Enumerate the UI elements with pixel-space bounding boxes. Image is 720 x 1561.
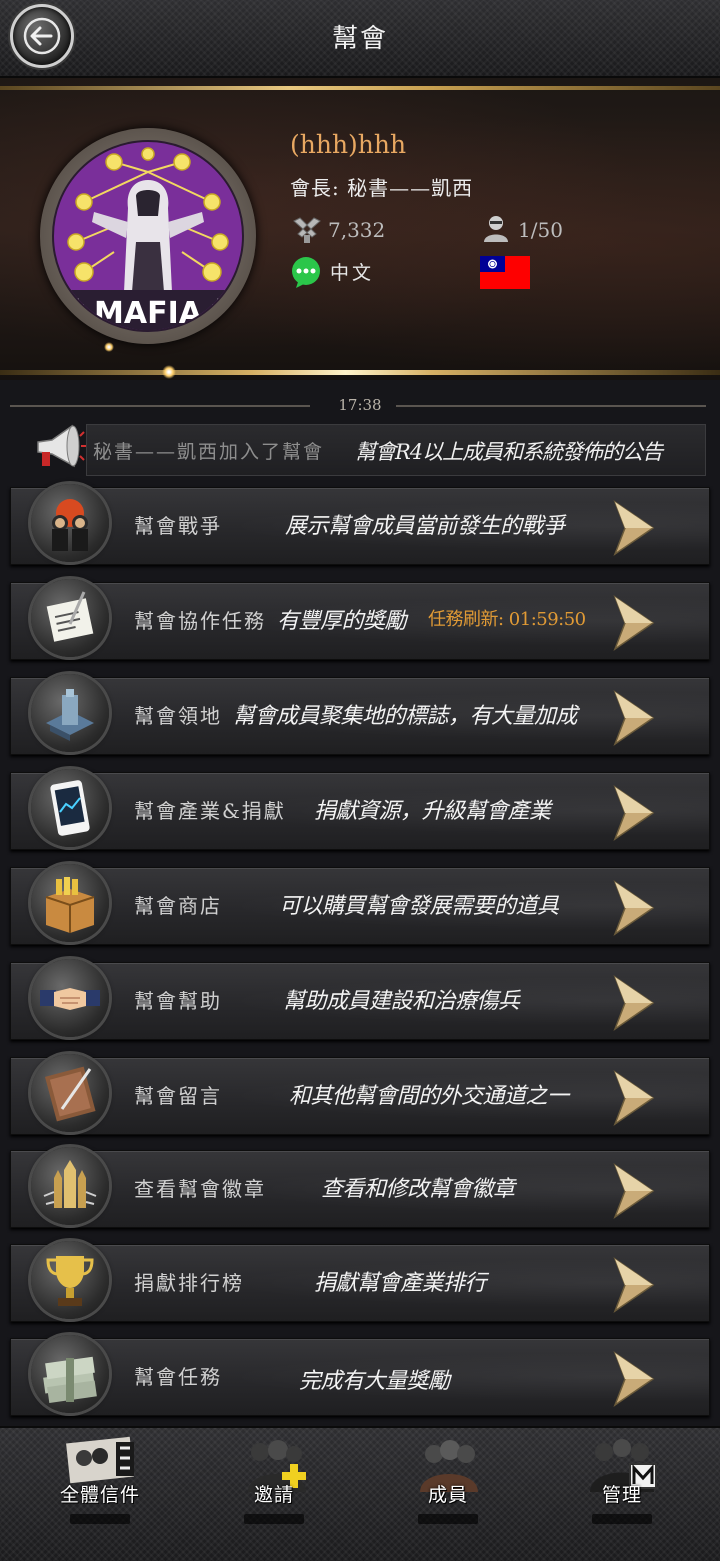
page-title: 幫會 bbox=[331, 24, 388, 54]
sparkle-icon bbox=[104, 342, 114, 352]
divider bbox=[0, 86, 720, 90]
notebook-icon bbox=[31, 1054, 109, 1132]
chevron-right-icon bbox=[613, 690, 655, 746]
menu-description: 展示幫會成員當前發生的戰爭 bbox=[285, 514, 565, 539]
guild-name: (hhh)hhh bbox=[290, 130, 407, 159]
menu-guild-help[interactable]: 幫會幫助 幫助成員建設和治療傷兵 bbox=[10, 959, 710, 1040]
nav-manage[interactable]: 管理 bbox=[552, 1428, 692, 1548]
guild-language: 中文 bbox=[330, 262, 375, 284]
nav-label: 邀請 bbox=[253, 1484, 294, 1506]
nav-shadow bbox=[244, 1514, 304, 1524]
chevron-right-icon bbox=[613, 880, 655, 936]
menu-description: 可以購買幫會發展需要的道具 bbox=[279, 894, 559, 919]
money-icon bbox=[31, 1335, 109, 1413]
clipboard-icon bbox=[31, 579, 109, 657]
menu-description: 捐獻幫會產業排行 bbox=[314, 1271, 487, 1296]
notice-board[interactable]: 秘書——凱西加入了幫會 幫會R4以上成員和系統發佈的公告 bbox=[86, 424, 706, 476]
menu-guild-industry-donation[interactable]: 幫會產業&捐獻 捐獻資源，升級幫會產業 bbox=[10, 769, 710, 850]
nav-label: 管理 bbox=[601, 1484, 642, 1506]
taiwan-flag-icon bbox=[480, 256, 530, 289]
crossed-guns-icon bbox=[293, 217, 321, 243]
nav-mail-all[interactable]: 全體信件 bbox=[30, 1428, 170, 1548]
menu-title: 幫會幫助 bbox=[134, 989, 222, 1013]
chevron-right-icon bbox=[613, 975, 655, 1031]
nav-label: 成員 bbox=[427, 1484, 468, 1506]
trophy-icon bbox=[31, 1241, 109, 1319]
bottom-nav: 全體信件 邀請 成員 管理 bbox=[0, 1426, 720, 1561]
notice-time: 17:38 bbox=[338, 396, 382, 414]
menu-title: 查看幫會徽章 bbox=[134, 1177, 266, 1201]
menu-description: 完成有大量獎勵 bbox=[299, 1369, 450, 1394]
handshake-icon bbox=[31, 959, 109, 1037]
menu-guild-coop-task[interactable]: 幫會協作任務 有豐厚的獎勵 任務刷新: 01:59:50 bbox=[10, 579, 710, 660]
building-icon bbox=[31, 674, 109, 752]
menu-title: 幫會戰爭 bbox=[134, 514, 222, 538]
guild-leader: 會長: 秘書——凱西 bbox=[290, 176, 474, 200]
chat-bubble-icon bbox=[292, 257, 320, 288]
menu-guild-shop[interactable]: 幫會商店 可以購買幫會發展需要的道具 bbox=[10, 864, 710, 945]
chevron-right-icon bbox=[613, 1257, 655, 1313]
menu-guild-tasks[interactable]: 幫會任務 完成有大量獎勵 bbox=[10, 1335, 710, 1416]
guild-power: 7,332 bbox=[328, 218, 386, 242]
nav-members[interactable]: 成員 bbox=[378, 1428, 518, 1548]
crate-icon bbox=[31, 864, 109, 942]
menu-description: 幫助成員建設和治療傷兵 bbox=[283, 989, 520, 1014]
notice-info: 幫會R4以上成員和系統發佈的公告 bbox=[355, 440, 663, 464]
sparkle-icon bbox=[162, 365, 176, 379]
menu-description: 查看和修改幫會徽章 bbox=[321, 1177, 515, 1202]
mafia-emblem-icon: MAFIA bbox=[64, 147, 232, 330]
menu-title: 幫會協作任務 bbox=[134, 609, 266, 633]
chevron-right-icon bbox=[613, 500, 655, 556]
task-refresh-timer: 任務刷新: 01:59:50 bbox=[428, 609, 586, 630]
menu-title: 幫會領地 bbox=[134, 704, 222, 728]
guild-emblem[interactable]: MAFIA bbox=[40, 128, 256, 344]
menu-view-guild-badge[interactable]: 查看幫會徽章 查看和修改幫會徽章 bbox=[10, 1147, 710, 1228]
menu-title: 幫會商店 bbox=[134, 894, 222, 918]
menu-title: 幫會產業&捐獻 bbox=[134, 799, 286, 823]
nav-shadow bbox=[592, 1514, 652, 1524]
member-count: 1/50 bbox=[518, 218, 563, 242]
chevron-right-icon bbox=[613, 1351, 655, 1407]
menu-title: 幫會留言 bbox=[134, 1084, 222, 1108]
chevron-right-icon bbox=[613, 595, 655, 651]
menu-donation-ranking[interactable]: 捐獻排行榜 捐獻幫會產業排行 bbox=[10, 1241, 710, 1322]
menu-guild-territory[interactable]: 幫會領地 幫會成員聚集地的標誌，有大量加成 bbox=[10, 674, 710, 755]
megaphone-icon[interactable] bbox=[32, 420, 86, 474]
menu-title: 捐獻排行榜 bbox=[134, 1271, 244, 1295]
chevron-right-icon bbox=[613, 1070, 655, 1126]
divider bbox=[0, 370, 720, 375]
nav-shadow bbox=[418, 1514, 478, 1524]
menu-description: 有豐厚的獎勵 bbox=[277, 609, 407, 634]
menu-guild-war[interactable]: 幫會戰爭 展示幫會成員當前發生的戰爭 bbox=[10, 484, 710, 565]
top-bar: 幫會 bbox=[0, 0, 720, 78]
notice-message: 秘書——凱西加入了幫會 bbox=[93, 441, 325, 463]
emblem-text: MAFIA bbox=[94, 296, 203, 330]
menu-description: 幫會成員聚集地的標誌，有大量加成 bbox=[233, 704, 578, 729]
bullets-icon bbox=[31, 1147, 109, 1225]
menu-guild-message[interactable]: 幫會留言 和其他幫會間的外交通道之一 bbox=[10, 1054, 710, 1135]
chevron-right-icon bbox=[613, 1163, 655, 1219]
nav-invite[interactable]: 邀請 bbox=[204, 1428, 344, 1548]
nav-label: 全體信件 bbox=[59, 1484, 140, 1506]
guild-emblem-art: MAFIA bbox=[52, 140, 244, 332]
menu-description: 和其他幫會間的外交通道之一 bbox=[289, 1084, 569, 1109]
chevron-right-icon bbox=[613, 785, 655, 841]
tablet-icon bbox=[31, 769, 109, 847]
nav-shadow bbox=[70, 1514, 130, 1524]
member-icon bbox=[484, 216, 508, 242]
gangsters-icon bbox=[31, 484, 109, 562]
menu-description: 捐獻資源，升級幫會產業 bbox=[314, 799, 551, 824]
menu-title: 幫會任務 bbox=[134, 1365, 222, 1389]
notice-timestamp-row: 17:38 bbox=[10, 396, 710, 416]
